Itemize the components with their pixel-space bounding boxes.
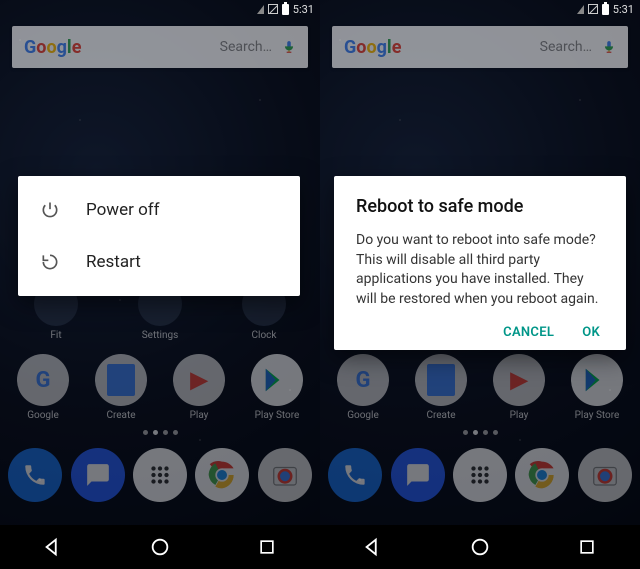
phone-app-icon[interactable] bbox=[8, 448, 62, 502]
play-store-icon bbox=[571, 354, 623, 406]
app-label: Create bbox=[426, 410, 455, 421]
messages-app-icon[interactable] bbox=[391, 448, 445, 502]
chrome-app-icon[interactable] bbox=[515, 448, 569, 502]
mic-icon[interactable] bbox=[282, 38, 296, 56]
power-icon bbox=[40, 200, 60, 220]
status-time: 5:31 bbox=[613, 3, 634, 16]
page-indicator bbox=[320, 430, 640, 435]
google-search-bar[interactable]: Google Search… bbox=[332, 26, 628, 68]
restart-item[interactable]: Restart bbox=[18, 236, 300, 288]
app-folder[interactable]: G Google bbox=[337, 354, 389, 421]
chrome-app-icon[interactable] bbox=[195, 448, 249, 502]
quick-label: Settings bbox=[142, 330, 179, 341]
app-label: Play Store bbox=[575, 410, 620, 421]
app-label: Google bbox=[347, 410, 379, 421]
google-search-bar[interactable]: Google Search… bbox=[12, 26, 308, 68]
app-folder[interactable]: ▶ Play bbox=[493, 354, 545, 421]
navigation-bar bbox=[0, 525, 320, 569]
dialog-body: Do you want to reboot into safe mode? Th… bbox=[356, 231, 604, 309]
dock bbox=[320, 448, 640, 502]
recents-button[interactable] bbox=[565, 525, 609, 569]
google-logo: Google bbox=[24, 37, 81, 58]
power-off-label: Power off bbox=[86, 200, 160, 220]
app-label: Play bbox=[510, 410, 529, 421]
recents-button[interactable] bbox=[245, 525, 289, 569]
search-placeholder: Search… bbox=[81, 39, 272, 55]
app-folder[interactable]: G Google bbox=[17, 354, 69, 421]
google-logo: Google bbox=[344, 37, 401, 58]
search-placeholder: Search… bbox=[401, 39, 592, 55]
status-time: 5:31 bbox=[293, 3, 314, 16]
dialog-title: Reboot to safe mode bbox=[356, 196, 604, 217]
home-button[interactable] bbox=[138, 525, 182, 569]
app-folder[interactable]: Create bbox=[415, 354, 467, 421]
google-folder-icon: G bbox=[337, 354, 389, 406]
no-sim-icon bbox=[268, 4, 278, 14]
no-sim-icon bbox=[588, 4, 598, 14]
play-folder-icon: ▶ bbox=[173, 354, 225, 406]
app-item[interactable]: Play Store bbox=[251, 354, 303, 421]
google-folder-icon: G bbox=[17, 354, 69, 406]
power-menu: Power off Restart bbox=[18, 176, 300, 296]
battery-icon bbox=[282, 4, 289, 15]
restart-label: Restart bbox=[86, 252, 141, 272]
page-indicator bbox=[0, 430, 320, 435]
back-button[interactable] bbox=[31, 525, 75, 569]
phone-right: 5:31 Google Search… G Google Create ▶ Pl… bbox=[320, 0, 640, 569]
quick-label: Fit bbox=[50, 330, 61, 341]
mic-icon[interactable] bbox=[602, 38, 616, 56]
app-item[interactable]: Play Store bbox=[571, 354, 623, 421]
dialog-actions: CANCEL OK bbox=[356, 325, 604, 340]
wifi-icon bbox=[577, 5, 584, 14]
app-drawer-icon[interactable] bbox=[453, 448, 507, 502]
app-folder-row: G Google Create ▶ Play Play Store bbox=[320, 354, 640, 421]
navigation-bar bbox=[320, 525, 640, 569]
app-folder[interactable]: Create bbox=[95, 354, 147, 421]
app-drawer-icon[interactable] bbox=[133, 448, 187, 502]
app-label: Create bbox=[106, 410, 135, 421]
quick-label: Clock bbox=[252, 330, 277, 341]
app-label: Play bbox=[190, 410, 209, 421]
app-folder-row: G Google Create ▶ Play Play Store bbox=[0, 354, 320, 421]
ok-button[interactable]: OK bbox=[582, 325, 600, 340]
battery-icon bbox=[602, 4, 609, 15]
status-bar: 5:31 bbox=[0, 0, 320, 18]
home-button[interactable] bbox=[458, 525, 502, 569]
app-label: Google bbox=[27, 410, 59, 421]
app-folder[interactable]: ▶ Play bbox=[173, 354, 225, 421]
power-off-item[interactable]: Power off bbox=[18, 184, 300, 236]
create-folder-icon bbox=[95, 354, 147, 406]
restart-icon bbox=[40, 252, 60, 272]
app-label: Play Store bbox=[255, 410, 300, 421]
create-folder-icon bbox=[415, 354, 467, 406]
phone-left: 5:31 Google Search… Fit Settings Clock G… bbox=[0, 0, 320, 569]
status-bar: 5:31 bbox=[320, 0, 640, 18]
play-folder-icon: ▶ bbox=[493, 354, 545, 406]
safe-mode-dialog: Reboot to safe mode Do you want to reboo… bbox=[334, 176, 626, 350]
messages-app-icon[interactable] bbox=[71, 448, 125, 502]
camera-app-icon[interactable] bbox=[578, 448, 632, 502]
play-store-icon bbox=[251, 354, 303, 406]
back-button[interactable] bbox=[351, 525, 395, 569]
cancel-button[interactable]: CANCEL bbox=[503, 325, 554, 340]
camera-app-icon[interactable] bbox=[258, 448, 312, 502]
phone-app-icon[interactable] bbox=[328, 448, 382, 502]
dock bbox=[0, 448, 320, 502]
wifi-icon bbox=[257, 5, 264, 14]
